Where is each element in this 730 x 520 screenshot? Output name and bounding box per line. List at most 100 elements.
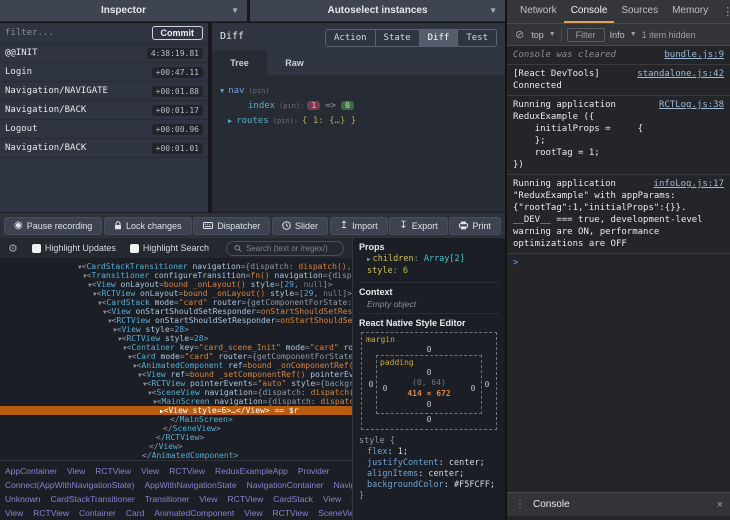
tree-node[interactable]: ▼<MainScreen navigation={dispatch: dispa… bbox=[0, 397, 352, 406]
margin-right[interactable]: 0 bbox=[482, 380, 492, 389]
tree-node[interactable]: ▼<View onLayout=bound _onLayout() style=… bbox=[0, 280, 352, 289]
commit-button[interactable]: Commit bbox=[152, 26, 204, 40]
prop-children[interactable]: ▶children: Array[2] bbox=[359, 254, 499, 266]
padding-left[interactable]: 0 bbox=[380, 384, 390, 393]
prop-style[interactable]: style: 6 bbox=[359, 266, 499, 278]
breadcrumb-item[interactable]: View bbox=[67, 466, 85, 476]
drawer-tab-console[interactable]: Console bbox=[533, 499, 570, 510]
context-selector[interactable]: top bbox=[531, 30, 544, 40]
filter-input[interactable] bbox=[5, 28, 152, 38]
style-property[interactable]: flex: 1; bbox=[359, 447, 499, 458]
breadcrumb-item[interactable]: AppWithNavigationState bbox=[144, 480, 236, 490]
style-property[interactable]: justifyContent: center; bbox=[359, 458, 499, 469]
style-property[interactable]: backgroundColor: #F5FCFF; bbox=[359, 480, 499, 491]
collapse-arrow-icon[interactable]: ▶ bbox=[367, 256, 371, 263]
breadcrumb-item[interactable]: Connect(AppWithNavigationState) bbox=[5, 480, 134, 490]
margin-top[interactable]: 0 bbox=[366, 344, 492, 355]
breadcrumb-item[interactable]: View bbox=[244, 508, 262, 518]
inspector-header[interactable]: Inspector ▼ bbox=[0, 0, 247, 22]
breadcrumb-item[interactable]: RCTView bbox=[228, 494, 264, 504]
devtools-tab-memory[interactable]: Memory bbox=[665, 0, 715, 23]
breadcrumb-item[interactable]: Unknown bbox=[5, 494, 40, 504]
diff-row-index[interactable]: index (pin): 1 => 0 bbox=[212, 98, 505, 113]
mode-button-action[interactable]: Action bbox=[325, 29, 376, 47]
breadcrumb-item[interactable]: RCTView bbox=[33, 508, 69, 518]
tree-node[interactable]: ▼<CardStackTransitioner navigation={disp… bbox=[0, 262, 352, 271]
tree-search-box[interactable] bbox=[226, 241, 344, 256]
tree-node[interactable]: </SceneView> bbox=[0, 424, 352, 433]
highlight-updates-checkbox[interactable]: Highlight Updates bbox=[32, 243, 116, 253]
breadcrumb-item[interactable]: AnimatedComponent bbox=[154, 508, 234, 518]
breadcrumb-item[interactable]: CardStack bbox=[273, 494, 313, 504]
breadcrumb-item[interactable]: RCTView bbox=[169, 466, 205, 476]
tree-node[interactable]: </RCTView> bbox=[0, 433, 352, 442]
action-list-item[interactable]: Logout+00:00.96 bbox=[0, 120, 208, 139]
action-list-item[interactable]: @@INIT4:38:19.81 bbox=[0, 44, 208, 63]
breadcrumb-item[interactable]: Provider bbox=[298, 466, 330, 476]
mode-button-state[interactable]: State bbox=[375, 29, 420, 47]
breadcrumb-item[interactable]: View bbox=[5, 508, 23, 518]
tree-node[interactable]: ▼<SceneView navigation={dispatch: dispat… bbox=[0, 388, 352, 397]
padding-top[interactable]: 0 bbox=[380, 367, 478, 378]
diff-row-nav[interactable]: ▼ nav (pin) bbox=[212, 83, 505, 98]
print-button[interactable]: Print bbox=[449, 217, 501, 235]
mode-button-test[interactable]: Test bbox=[457, 29, 497, 47]
source-link[interactable]: bundle.js:9 bbox=[664, 49, 724, 61]
devtools-tab-sources[interactable]: Sources bbox=[614, 0, 665, 23]
import-button[interactable]: ↥Import bbox=[330, 217, 388, 235]
devtools-tab-network[interactable]: Network bbox=[513, 0, 564, 23]
devtools-tab-console[interactable]: Console bbox=[564, 0, 615, 23]
tree-node[interactable]: </MainScreen> bbox=[0, 415, 352, 424]
gear-icon[interactable]: ⚙ bbox=[8, 242, 18, 255]
diff-tab-tree[interactable]: Tree bbox=[212, 50, 267, 75]
source-link[interactable]: infoLog.js:17 bbox=[654, 178, 724, 190]
diff-row-routes[interactable]: ▶ routes (pin): { 1: {…} } bbox=[212, 113, 505, 128]
breadcrumb-item[interactable]: AppContainer bbox=[5, 466, 57, 476]
breadcrumb-item[interactable]: Container bbox=[79, 508, 116, 518]
style-property[interactable]: alignItems: center; bbox=[359, 469, 499, 480]
collapse-arrow-icon[interactable]: ▶ bbox=[228, 117, 232, 125]
action-list-item[interactable]: Navigation/BACK+00:01.01 bbox=[0, 139, 208, 158]
clear-console-icon[interactable]: ⊘ bbox=[513, 28, 526, 41]
tree-node[interactable]: ▼<AnimatedComponent ref=bound _onCompone… bbox=[0, 361, 352, 370]
tree-node[interactable]: ▼<View onStartShouldSetResponder=onStart… bbox=[0, 307, 352, 316]
padding-bottom[interactable]: 0 bbox=[380, 399, 478, 410]
tree-search-input[interactable] bbox=[246, 244, 336, 253]
instances-dropdown[interactable]: Autoselect instances ▼ bbox=[250, 0, 505, 22]
tree-node[interactable]: </View> bbox=[0, 442, 352, 451]
tree-node[interactable]: ▼<RCTView onLayout=bound _onLayout() sty… bbox=[0, 289, 352, 298]
tree-node[interactable]: ▼<RCTView onStartShouldSetResponder=onSt… bbox=[0, 316, 352, 325]
breadcrumb-item[interactable]: View bbox=[141, 466, 159, 476]
log-level-selector[interactable]: Info bbox=[610, 30, 625, 40]
action-list-item[interactable]: Navigation/NAVIGATE+00:01.88 bbox=[0, 82, 208, 101]
source-link[interactable]: RCTLog.js:38 bbox=[659, 99, 724, 111]
highlight-search-checkbox[interactable]: Highlight Search bbox=[130, 243, 209, 253]
tree-node[interactable]: ▼<RCTView style=28> bbox=[0, 334, 352, 343]
margin-left[interactable]: 0 bbox=[366, 380, 376, 389]
tree-node[interactable]: ▼<Card mode="card" router={getComponentF… bbox=[0, 352, 352, 361]
console-prompt[interactable]: > bbox=[507, 254, 730, 272]
tree-node[interactable]: ▼<Transitioner configureTransition=fn() … bbox=[0, 271, 352, 280]
tree-node[interactable]: ▼<Container key="card_scene_Init" mode="… bbox=[0, 343, 352, 352]
expand-arrow-icon[interactable]: ▼ bbox=[220, 87, 224, 95]
breadcrumb-item[interactable]: Card bbox=[126, 508, 144, 518]
action-list-item[interactable]: Login+00:47.11 bbox=[0, 63, 208, 82]
breadcrumb-item[interactable]: RCTView bbox=[95, 466, 131, 476]
slider-button[interactable]: Slider bbox=[272, 217, 328, 235]
tree-node[interactable]: ▼<View ref=bound _setComponentRef() poin… bbox=[0, 370, 352, 379]
pause-recording-button[interactable]: ◉Pause recording bbox=[4, 217, 102, 235]
breadcrumb-item[interactable]: View bbox=[199, 494, 217, 504]
source-link[interactable]: standalone.js:42 bbox=[637, 68, 724, 80]
dispatcher-button[interactable]: Dispatcher bbox=[193, 217, 270, 235]
breadcrumb-item[interactable]: Transitioner bbox=[145, 494, 190, 504]
margin-bottom[interactable]: 0 bbox=[366, 414, 492, 425]
export-button[interactable]: ↧Export bbox=[389, 217, 447, 235]
diff-tab-raw[interactable]: Raw bbox=[267, 50, 322, 75]
breadcrumb-item[interactable]: NavigationContainer bbox=[247, 480, 324, 490]
breadcrumb-item[interactable]: View bbox=[323, 494, 341, 504]
mode-button-diff[interactable]: Diff bbox=[419, 29, 459, 47]
tree-node[interactable]: ▼<View style=28> bbox=[0, 325, 352, 334]
breadcrumb-item[interactable]: CardStackTransitioner bbox=[50, 494, 134, 504]
tree-node[interactable]: </AnimatedComponent> bbox=[0, 451, 352, 460]
close-icon[interactable]: × bbox=[710, 499, 730, 511]
